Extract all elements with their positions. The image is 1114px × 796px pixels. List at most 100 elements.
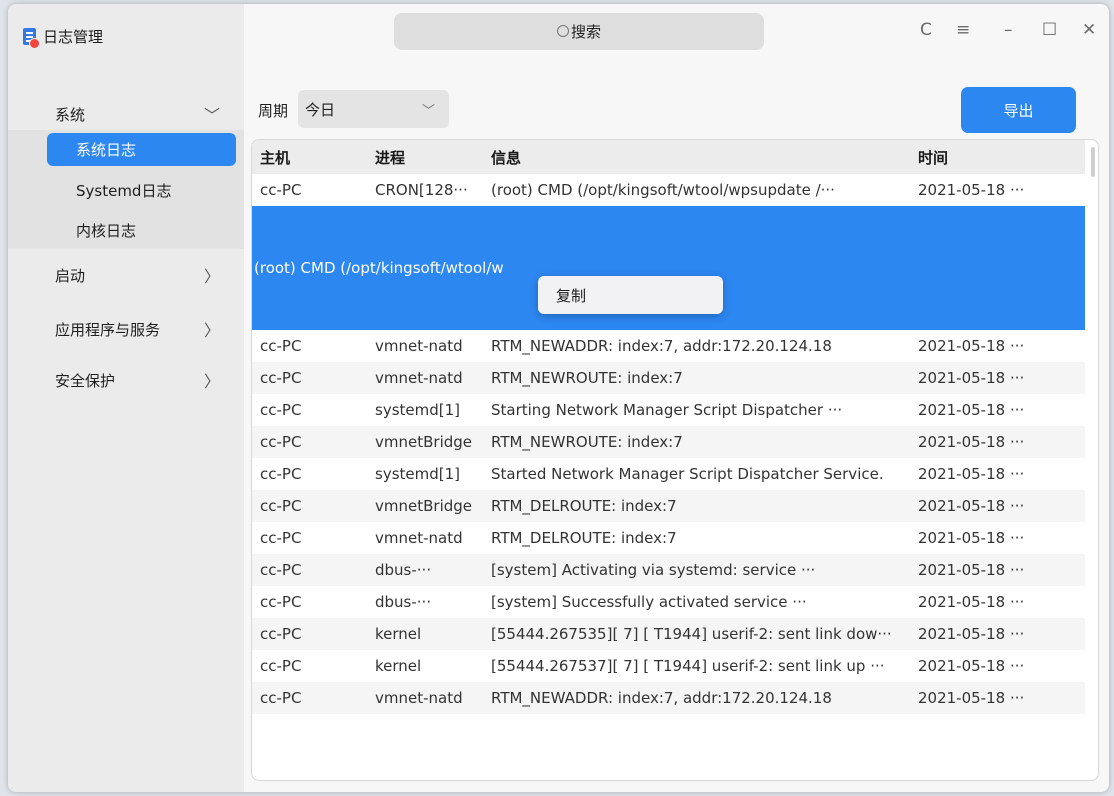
- table-row[interactable]: cc-PC CRON[128··· (root) CMD (/opt/kingsof…: [252, 174, 1085, 206]
- table-cell-process: systemd[1]: [375, 465, 460, 483]
- table-cell-host: cc-PC: [260, 465, 302, 483]
- log-table: 主机 进程 信息 时间 cc-PC CRON[128··· (root) CMD (…: [251, 139, 1099, 781]
- context-menu: 复制: [538, 276, 723, 314]
- column-header-host[interactable]: 主机: [252, 140, 367, 174]
- table-row[interactable]: cc-PC vmnetBridge RTM_DELROUTE: index:7 202…: [252, 490, 1085, 522]
- period-select[interactable]: 今日 ﹀: [298, 90, 449, 128]
- table-cell-host: cc-PC: [252, 490, 367, 522]
- close-icon[interactable]: ✕: [1082, 20, 1096, 40]
- minimize-icon[interactable]: –: [1004, 20, 1013, 40]
- table-cell-info: [55444.267537][ 7] [ T1944] userif-2: se…: [491, 657, 885, 675]
- table-cell-info: [55444.267535][ 7] [ T1944] userif-2: se…: [483, 618, 910, 650]
- table-cell-info: Starting Network Manager Script Dispatch…: [491, 401, 843, 419]
- table-cell-process: vmnet-natd: [375, 337, 463, 355]
- table-cell-host: cc-PC: [252, 362, 367, 394]
- refresh-icon[interactable]: C: [920, 20, 932, 40]
- sidebar-item-systemd-log[interactable]: Systemd日志: [47, 174, 236, 207]
- chevron-right-icon: 〉: [203, 372, 220, 391]
- sidebar-group-label: 系统: [55, 105, 86, 124]
- table-scrollbar[interactable]: [1091, 147, 1095, 177]
- table-cell-info: RTM_NEWROUTE: index:7: [483, 362, 910, 394]
- table-cell-info: RTM_NEWADDR: index:7, addr:172.20.124.18: [491, 337, 832, 355]
- sidebar-group-label: 启动: [55, 266, 86, 285]
- table-cell-time: 2021-05-18 ···: [910, 618, 1085, 650]
- table-cell-process: CRON[128···: [375, 181, 468, 199]
- table-cell-host: cc-PC: [260, 657, 302, 675]
- table-cell-time: 2021-05-18 ···: [918, 529, 1025, 547]
- table-cell-process: kernel: [367, 618, 483, 650]
- export-button[interactable]: 导出: [961, 87, 1076, 133]
- table-cell-host: cc-PC: [260, 593, 302, 611]
- table-cell-time: 2021-05-18 ···: [910, 554, 1085, 586]
- table-cell-host: cc-PC: [260, 401, 302, 419]
- sidebar-group-label: 应用程序与服务: [55, 320, 161, 339]
- maximize-icon[interactable]: ☐: [1042, 20, 1057, 40]
- chevron-right-icon: 〉: [203, 267, 220, 286]
- table-row[interactable]: cc-PC dbus-··· [system] Successfully activ…: [252, 586, 1085, 618]
- table-cell-info: RTM_DELROUTE: index:7: [491, 529, 677, 547]
- table-row[interactable]: cc-PC vmnet-natd RTM_NEWROUTE: index:7 2021…: [252, 362, 1085, 394]
- sidebar-item-label: 内核日志: [76, 222, 137, 240]
- chevron-down-icon: ﹀: [421, 103, 435, 119]
- table-row[interactable]: cc-PC vmnet-natd RTM_NEWADDR: index:7, add…: [252, 330, 1085, 362]
- table-cell-process: vmnet-natd: [375, 529, 463, 547]
- table-cell-info: Started Network Manager Script Dispatche…: [491, 465, 884, 483]
- period-label: 周期: [258, 102, 289, 120]
- table-cell-host: cc-PC: [252, 682, 367, 714]
- sidebar-group-system[interactable]: 系统 ﹀: [8, 96, 244, 132]
- search-icon: [556, 24, 569, 37]
- sidebar-group-security[interactable]: 安全保护 〉: [8, 362, 244, 398]
- table-cell-time: 2021-05-18 ···: [918, 657, 1025, 675]
- export-button-label: 导出: [1003, 101, 1034, 120]
- table-row[interactable]: cc-PC kernel [55444.267535][ 7] [ T1944] u…: [252, 618, 1085, 650]
- table-cell-process: dbus-···: [367, 554, 483, 586]
- app-title: 日志管理: [43, 28, 104, 46]
- table-cell-process: dbus-···: [375, 593, 432, 611]
- table-cell-host: cc-PC: [260, 337, 302, 355]
- chevron-down-icon: ﹀: [203, 106, 220, 125]
- sidebar-item-kernel-log[interactable]: 内核日志: [47, 214, 236, 247]
- table-cell-info: [system] Successfully activated service …: [491, 593, 807, 611]
- context-menu-copy[interactable]: 复制: [556, 285, 586, 306]
- sidebar-group-apps-services[interactable]: 应用程序与服务 〉: [8, 311, 244, 347]
- table-row[interactable]: cc-PC kernel [55444.267537][ 7] [ T1944] u…: [252, 650, 1085, 682]
- table-row[interactable]: cc-PC systemd[1] Starting Network Manager …: [252, 394, 1085, 426]
- table-cell-host: cc-PC: [252, 554, 367, 586]
- column-header-process[interactable]: 进程: [367, 140, 483, 174]
- table-cell-process: systemd[1]: [375, 401, 460, 419]
- table-cell-host: cc-PC: [260, 181, 302, 199]
- sidebar: 日志管理 系统 ﹀ 系统日志 Systemd日志 内核日志 启动 〉 应用程序与…: [8, 4, 244, 792]
- column-header-time[interactable]: 时间: [910, 140, 1085, 174]
- table-cell-process: vmnet-natd: [367, 682, 483, 714]
- app-header: 日志管理: [23, 26, 104, 49]
- chevron-right-icon: 〉: [203, 321, 220, 340]
- table-row[interactable]: cc-PC systemd[1] Started Network Manager S…: [252, 458, 1085, 490]
- table-cell-info: (root) CMD (/opt/kingsoft/wtool/wpsupdat…: [491, 181, 835, 199]
- table-cell-time: 2021-05-18 ···: [910, 362, 1085, 394]
- period-value: 今日: [305, 100, 336, 119]
- table-cell-time: 2021-05-18 ···: [918, 465, 1025, 483]
- table-cell-host: cc-PC: [252, 618, 367, 650]
- sidebar-item-system-log[interactable]: 系统日志: [47, 133, 236, 166]
- table-cell-process: vmnet-natd: [367, 362, 483, 394]
- table-cell-process: vmnetBridge: [367, 426, 483, 458]
- table-row[interactable]: cc-PC dbus-··· [system] Activating via sys…: [252, 554, 1085, 586]
- table-row[interactable]: cc-PC vmnet-natd RTM_NEWADDR: index:7, add…: [252, 682, 1085, 714]
- sidebar-group-boot[interactable]: 启动 〉: [8, 257, 244, 293]
- table-cell-info: RTM_DELROUTE: index:7: [483, 490, 910, 522]
- table-row[interactable]: cc-PC vmnet-natd RTM_DELROUTE: index:7 2021…: [252, 522, 1085, 554]
- menu-icon[interactable]: ≡: [956, 20, 970, 40]
- sidebar-item-label: Systemd日志: [76, 182, 172, 200]
- column-header-info[interactable]: 信息: [483, 140, 910, 174]
- table-cell-process: kernel: [375, 657, 422, 675]
- table-header-row: 主机 进程 信息 时间: [252, 140, 1085, 174]
- table-cell-info: [system] Activating via systemd: service…: [483, 554, 910, 586]
- sidebar-group-label: 安全保护: [55, 371, 116, 390]
- table-row[interactable]: cc-PC vmnetBridge RTM_NEWROUTE: index:7 202…: [252, 426, 1085, 458]
- search-input[interactable]: 搜索: [394, 13, 764, 50]
- table-cell-time: 2021-05-18 ···: [918, 181, 1025, 199]
- search-label: 搜索: [570, 23, 601, 41]
- table-cell-host: cc-PC: [252, 426, 367, 458]
- table-cell-info: RTM_NEWADDR: index:7, addr:172.20.124.18: [483, 682, 910, 714]
- table-cell-process: vmnetBridge: [367, 490, 483, 522]
